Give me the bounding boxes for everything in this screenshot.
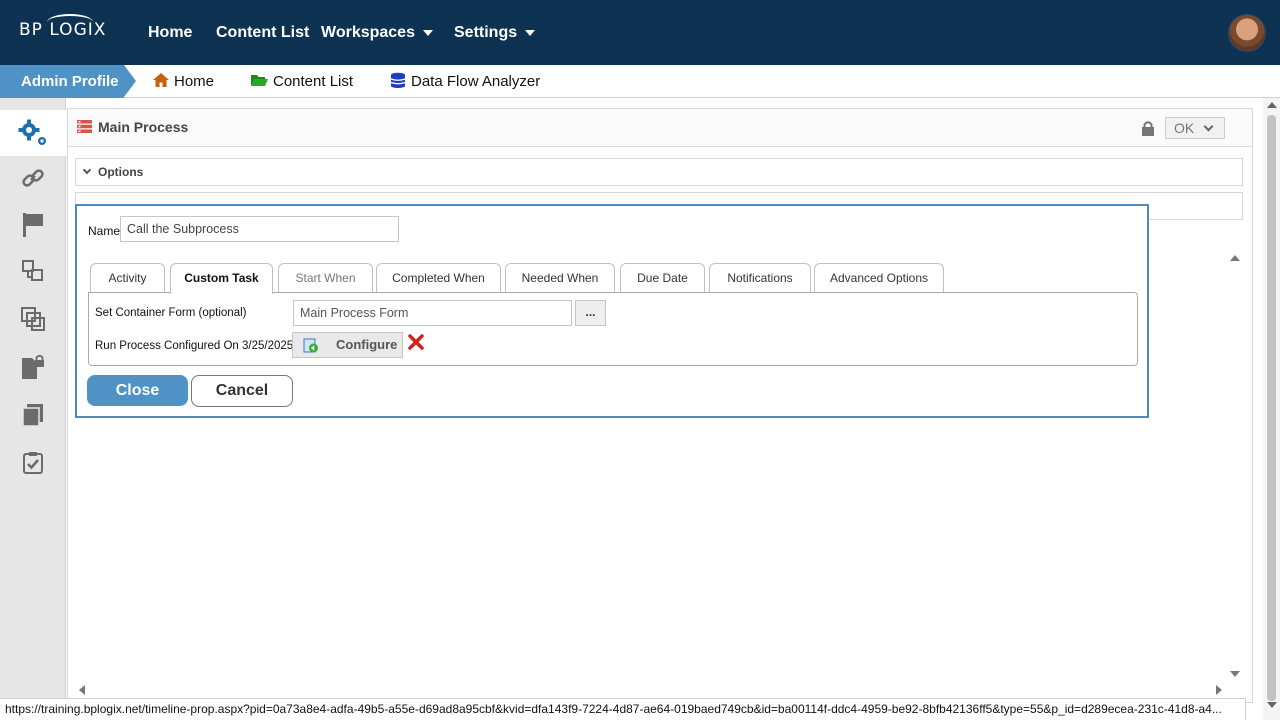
custom-task-tab-content: Set Container Form (optional) ... Run Pr… [88, 292, 1138, 366]
chevron-down-icon [422, 29, 433, 36]
container-form-field[interactable] [293, 300, 572, 326]
breadcrumb-home-label: Home [174, 73, 215, 90]
tab-due-date[interactable]: Due Date [620, 263, 705, 293]
admin-profile-tab[interactable]: Admin Profile [0, 65, 136, 98]
tab-start-when[interactable]: Start When [278, 263, 373, 293]
user-avatar[interactable] [1228, 14, 1266, 52]
ok-label: OK [1174, 120, 1195, 136]
sidebar-item-checked-document[interactable] [0, 440, 66, 486]
breadcrumb-content-list-label: Content List [273, 73, 354, 90]
configure-label: Configure [336, 337, 398, 352]
sidebar-item-link[interactable] [0, 155, 66, 201]
database-icon [390, 72, 406, 88]
process-icon [77, 120, 92, 133]
checked-document-icon [23, 452, 43, 474]
chevron-down-icon [82, 165, 92, 175]
sidebar-item-locked-document[interactable] [0, 344, 66, 390]
gears-icon [18, 119, 46, 145]
cancel-button[interactable]: Cancel [191, 375, 293, 407]
sidebar-item-stack[interactable] [0, 296, 66, 342]
scroll-up-icon[interactable] [1267, 102, 1277, 108]
panel-header: Main Process OK [68, 109, 1252, 147]
house-icon [153, 73, 169, 87]
page-scrollbar[interactable] [1263, 98, 1280, 720]
sidebar-item-hierarchy[interactable] [0, 248, 66, 294]
nav-content-list[interactable]: Content List [216, 24, 309, 42]
tab-completed-when[interactable]: Completed When [376, 263, 501, 293]
options-label: Options [98, 165, 144, 179]
close-button[interactable]: Close [87, 375, 188, 406]
sidebar-item-copy[interactable] [0, 392, 66, 438]
chevron-down-icon [525, 29, 536, 36]
breadcrumb-content-list[interactable]: Content List [249, 72, 353, 90]
scroll-up-arrow-icon[interactable] [1230, 255, 1240, 261]
breadcrumb-data-flow-label: Data Flow Analyzer [411, 73, 541, 90]
nav-workspaces[interactable]: Workspaces [321, 24, 433, 42]
remove-icon[interactable] [407, 333, 425, 351]
tab-notifications[interactable]: Notifications [709, 263, 811, 293]
browse-button[interactable]: ... [575, 300, 606, 326]
nav-workspaces-label: Workspaces [321, 24, 415, 41]
run-process-label: Run Process Configured On 3/25/2025 [95, 340, 294, 352]
breadcrumb: Admin Profile Home Content List Data Flo… [0, 65, 1280, 98]
tab-needed-when[interactable]: Needed When [505, 263, 615, 293]
bplogix-logo[interactable]: BP LOGIX [19, 14, 106, 40]
configure-button[interactable]: Configure [292, 332, 403, 358]
breadcrumb-home[interactable]: Home [152, 72, 214, 90]
ok-dropdown-button[interactable]: OK [1165, 117, 1225, 139]
tab-activity[interactable]: Activity [90, 263, 165, 293]
name-field[interactable] [120, 216, 399, 242]
sidebar-item-flag[interactable] [0, 202, 66, 248]
container-form-label: Set Container Form (optional) [95, 307, 247, 319]
tab-custom-task[interactable]: Custom Task [170, 263, 273, 294]
logo-arc [47, 14, 93, 30]
top-nav-bar: BP LOGIX Home Content List Workspaces Se… [0, 0, 1280, 65]
flag-icon [23, 213, 43, 237]
scrollbar-thumb[interactable] [1267, 115, 1276, 701]
scroll-left-arrow-icon[interactable] [79, 685, 85, 695]
folder-open-icon [251, 75, 268, 86]
name-label: Name [88, 224, 121, 238]
status-url: https://training.bplogix.net/timeline-pr… [0, 698, 1246, 720]
link-icon [22, 169, 44, 187]
options-section-header[interactable]: Options [75, 158, 1243, 186]
scroll-down-arrow-icon[interactable] [1230, 671, 1240, 677]
hierarchy-icon [22, 260, 43, 281]
tab-advanced-options[interactable]: Advanced Options [814, 263, 944, 293]
nav-settings[interactable]: Settings [454, 24, 536, 42]
scroll-right-arrow-icon[interactable] [1216, 685, 1222, 695]
nav-settings-label: Settings [454, 24, 518, 41]
configure-icon [303, 338, 318, 353]
stack-icon [21, 307, 45, 331]
lock-icon[interactable] [1141, 120, 1155, 136]
task-properties-dialog: Name Activity Custom Task Start When Com… [75, 204, 1149, 418]
sidebar-item-gears[interactable] [0, 110, 66, 156]
page-title: Main Process [98, 119, 189, 135]
nav-home[interactable]: Home [148, 24, 192, 42]
scroll-down-icon[interactable] [1267, 702, 1277, 708]
left-sidebar [0, 98, 66, 720]
copy-icon [22, 404, 43, 427]
chevron-down-icon [1203, 121, 1214, 132]
locked-document-icon [22, 354, 44, 379]
breadcrumb-data-flow[interactable]: Data Flow Analyzer [389, 72, 540, 90]
